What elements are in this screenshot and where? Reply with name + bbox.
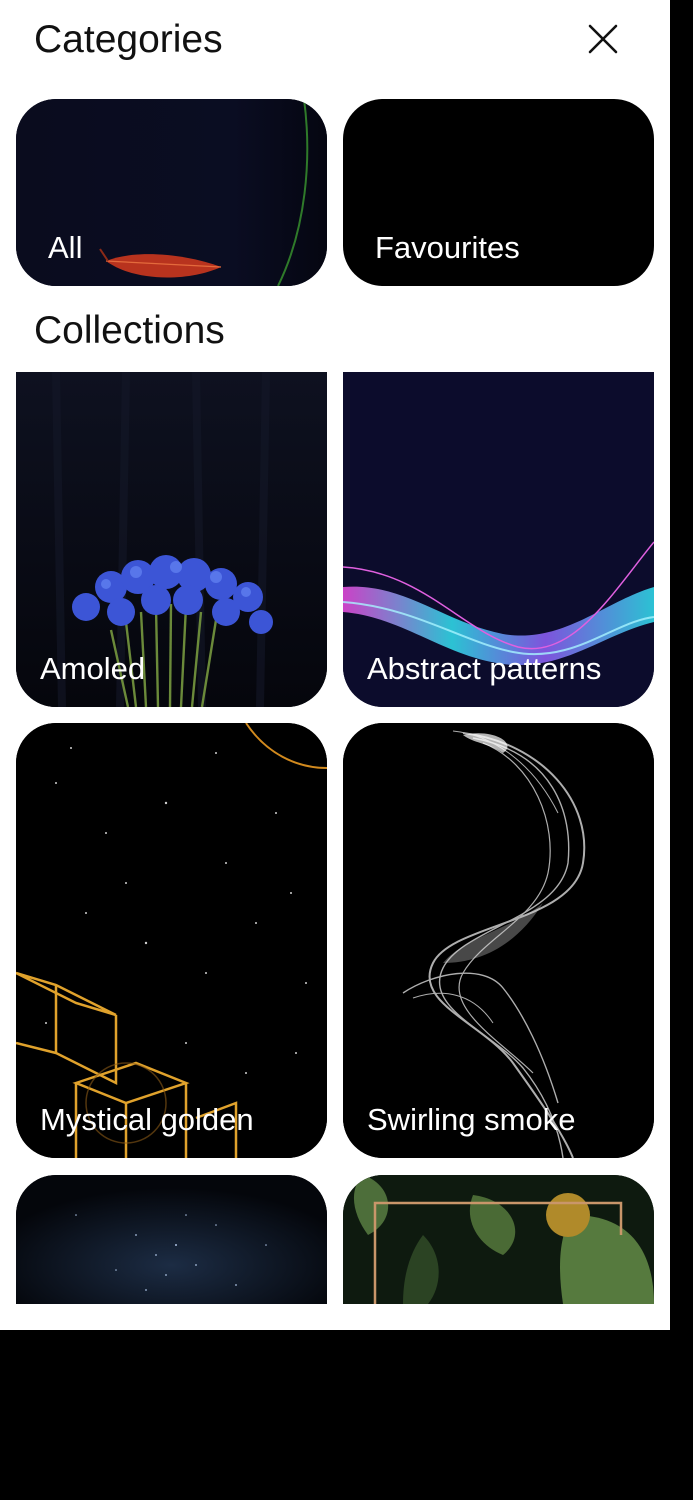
collection-label: Mystical golden: [40, 1102, 254, 1137]
golden-cubes-image: [16, 723, 327, 1158]
collection-label: Abstract patterns: [367, 651, 602, 686]
category-favourites-card[interactable]: Favourites: [343, 99, 654, 286]
collection-starry-sky-card[interactable]: [16, 1175, 327, 1304]
collection-mystical-golden-card[interactable]: Mystical golden: [16, 723, 327, 1158]
smoke-image: [343, 723, 654, 1158]
collection-swirling-smoke-card[interactable]: Swirling smoke: [343, 723, 654, 1158]
collection-amoled-card[interactable]: Amoled: [16, 372, 327, 707]
collection-label: Swirling smoke: [367, 1102, 576, 1137]
categories-sheet: Categories All Favourites Collections Am…: [0, 0, 670, 1330]
collection-abstract-patterns-card[interactable]: Abstract patterns: [343, 372, 654, 707]
leaves-image: [343, 1175, 654, 1304]
collection-label: Amoled: [40, 651, 146, 686]
close-icon: [588, 24, 618, 54]
category-label: Favourites: [375, 230, 520, 265]
collections-heading: Collections: [34, 309, 225, 352]
category-all-card[interactable]: All: [16, 99, 327, 286]
close-button[interactable]: [580, 16, 626, 62]
page-title: Categories: [34, 18, 223, 61]
category-label: All: [48, 230, 83, 265]
starry-sky-image: [16, 1175, 327, 1304]
collection-leaves-card[interactable]: [343, 1175, 654, 1304]
